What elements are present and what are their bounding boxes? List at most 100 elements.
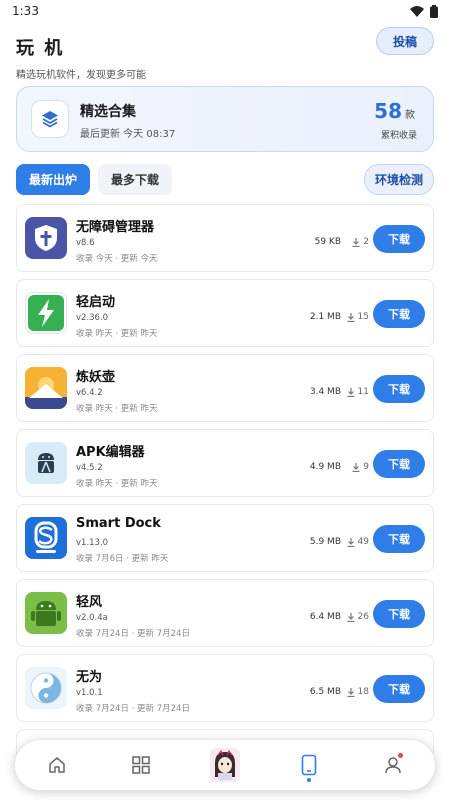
submit-button[interactable]: 投稿 (376, 27, 434, 55)
download-count-value: 2 (363, 237, 369, 247)
environment-check-button[interactable]: 环境检测 (364, 164, 434, 195)
download-button[interactable]: 下载 (373, 375, 425, 403)
collection-count-unit: 款 (405, 110, 415, 121)
collection-count-value: 58 (374, 99, 402, 123)
download-button[interactable]: 下载 (373, 525, 425, 553)
app-version: v8.6 (76, 238, 95, 248)
download-icon (347, 387, 355, 397)
collection-count: 58 款 (374, 99, 415, 123)
download-count-value: 18 (357, 687, 369, 697)
download-button[interactable]: 下载 (373, 675, 425, 703)
sort-tabs: 最新出炉 最多下载 环境检测 (16, 164, 434, 196)
nav-home[interactable] (37, 745, 77, 785)
app-name: Smart Dock (76, 516, 161, 531)
app-download-count: 15 (347, 312, 369, 322)
app-dates: 收录 7月24日 · 更新 7月24日 (76, 704, 190, 714)
wifi-icon (410, 5, 424, 17)
app-dates: 收录 昨天 · 更新 昨天 (76, 329, 158, 339)
user-icon (385, 757, 401, 774)
page-subtitle: 精选玩机软件，发现更多可能 (16, 70, 146, 81)
app-list: 无障碍管理器 v8.6 收录 今天 · 更新 今天 59 KB 2 下载 轻启动… (16, 204, 434, 769)
app-row[interactable]: 轻风 v2.0.4a 收录 7月24日 · 更新 7月24日 6.4 MB 26… (16, 579, 434, 647)
nav-profile[interactable] (373, 745, 413, 785)
app-name: 炼妖壶 (76, 370, 116, 385)
home-icon (49, 757, 65, 773)
bottom-nav (14, 739, 436, 791)
app-size: 3.4 MB (309, 387, 341, 397)
app-version: v2.36.0 (76, 313, 109, 323)
android-robot-icon (25, 592, 67, 634)
app-size: 4.9 MB (309, 462, 341, 472)
nav-avatar[interactable] (205, 745, 245, 785)
download-icon (347, 537, 355, 547)
app-row[interactable]: APK编辑器 v4.5.2 收录 昨天 · 更新 昨天 4.9 MB 9 下载 (16, 429, 434, 497)
mountain-sun-icon (25, 367, 67, 409)
app-size: 2.1 MB (309, 312, 341, 322)
app-download-count: 49 (347, 537, 369, 547)
download-icon (347, 687, 355, 697)
download-count-value: 49 (357, 537, 369, 547)
app-name: 无为 (76, 670, 103, 685)
app-dates: 收录 7月6日 · 更新 昨天 (76, 554, 169, 564)
app-version: v6.4.2 (76, 388, 103, 398)
phone-icon (301, 754, 317, 776)
app-row[interactable]: 轻启动 v2.36.0 收录 昨天 · 更新 昨天 2.1 MB 15 下载 (16, 279, 434, 347)
app-size: 6.5 MB (309, 687, 341, 697)
app-version: v1.0.1 (76, 688, 103, 698)
shield-cross-icon (25, 217, 67, 259)
anime-avatar-icon (210, 748, 240, 782)
collection-updated: 最后更新 今天 08:37 (80, 129, 176, 140)
featured-collection-card[interactable]: 精选合集 最后更新 今天 08:37 58 款 累积收录 (16, 86, 434, 152)
download-icon (352, 462, 360, 472)
page-title: 玩 机 (16, 38, 65, 59)
app-size: 59 KB (314, 237, 341, 247)
status-bar: 1:33 (0, 0, 450, 22)
download-icon (347, 312, 355, 322)
app-size: 6.4 MB (309, 612, 341, 622)
app-version: v4.5.2 (76, 463, 103, 473)
download-button[interactable]: 下载 (373, 600, 425, 628)
nav-apps[interactable] (121, 745, 161, 785)
app-row[interactable]: 无为 v1.0.1 收录 7月24日 · 更新 7月24日 6.5 MB 18 … (16, 654, 434, 722)
android-robot-icon (25, 442, 67, 484)
status-time: 1:33 (12, 4, 39, 18)
app-name: APK编辑器 (76, 445, 145, 460)
battery-icon (430, 4, 438, 18)
app-download-count: 26 (347, 612, 369, 622)
download-icon (352, 237, 360, 247)
app-dates: 收录 今天 · 更新 今天 (76, 254, 158, 264)
notification-badge (398, 753, 403, 758)
app-download-count: 9 (352, 462, 369, 472)
collection-count-label: 累积收录 (380, 131, 417, 141)
app-download-count: 11 (347, 387, 369, 397)
app-name: 轻启动 (76, 295, 116, 310)
app-download-count: 2 (352, 237, 369, 247)
lightning-icon (25, 292, 67, 334)
app-download-count: 18 (347, 687, 369, 697)
yin-yang-icon (25, 667, 67, 709)
nav-phone[interactable] (289, 745, 329, 785)
page-header: 玩 机 精选玩机软件，发现更多可能 投稿 (0, 22, 450, 81)
app-row[interactable]: 炼妖壶 v6.4.2 收录 昨天 · 更新 昨天 3.4 MB 11 下载 (16, 354, 434, 422)
app-dates: 收录 昨天 · 更新 昨天 (76, 479, 158, 489)
download-count-value: 11 (357, 387, 369, 397)
download-count-value: 15 (357, 312, 369, 322)
status-icons (410, 4, 438, 18)
active-indicator (307, 778, 311, 782)
download-count-value: 9 (363, 462, 369, 472)
app-dates: 收录 昨天 · 更新 昨天 (76, 404, 158, 414)
app-row[interactable]: 无障碍管理器 v8.6 收录 今天 · 更新 今天 59 KB 2 下载 (16, 204, 434, 272)
app-row[interactable]: Smart Dock v1.13.0 收录 7月6日 · 更新 昨天 5.9 M… (16, 504, 434, 572)
download-button[interactable]: 下载 (373, 300, 425, 328)
download-count-value: 26 (357, 612, 369, 622)
grid-icon (132, 756, 150, 774)
app-version: v1.13.0 (76, 538, 109, 548)
app-name: 轻风 (76, 595, 103, 610)
download-icon (347, 612, 355, 622)
tab-most-downloaded[interactable]: 最多下载 (98, 164, 172, 195)
download-button[interactable]: 下载 (373, 450, 425, 478)
dock-s-icon (25, 517, 67, 559)
tab-latest[interactable]: 最新出炉 (16, 164, 90, 195)
app-name: 无障碍管理器 (76, 220, 155, 235)
download-button[interactable]: 下载 (373, 225, 425, 253)
